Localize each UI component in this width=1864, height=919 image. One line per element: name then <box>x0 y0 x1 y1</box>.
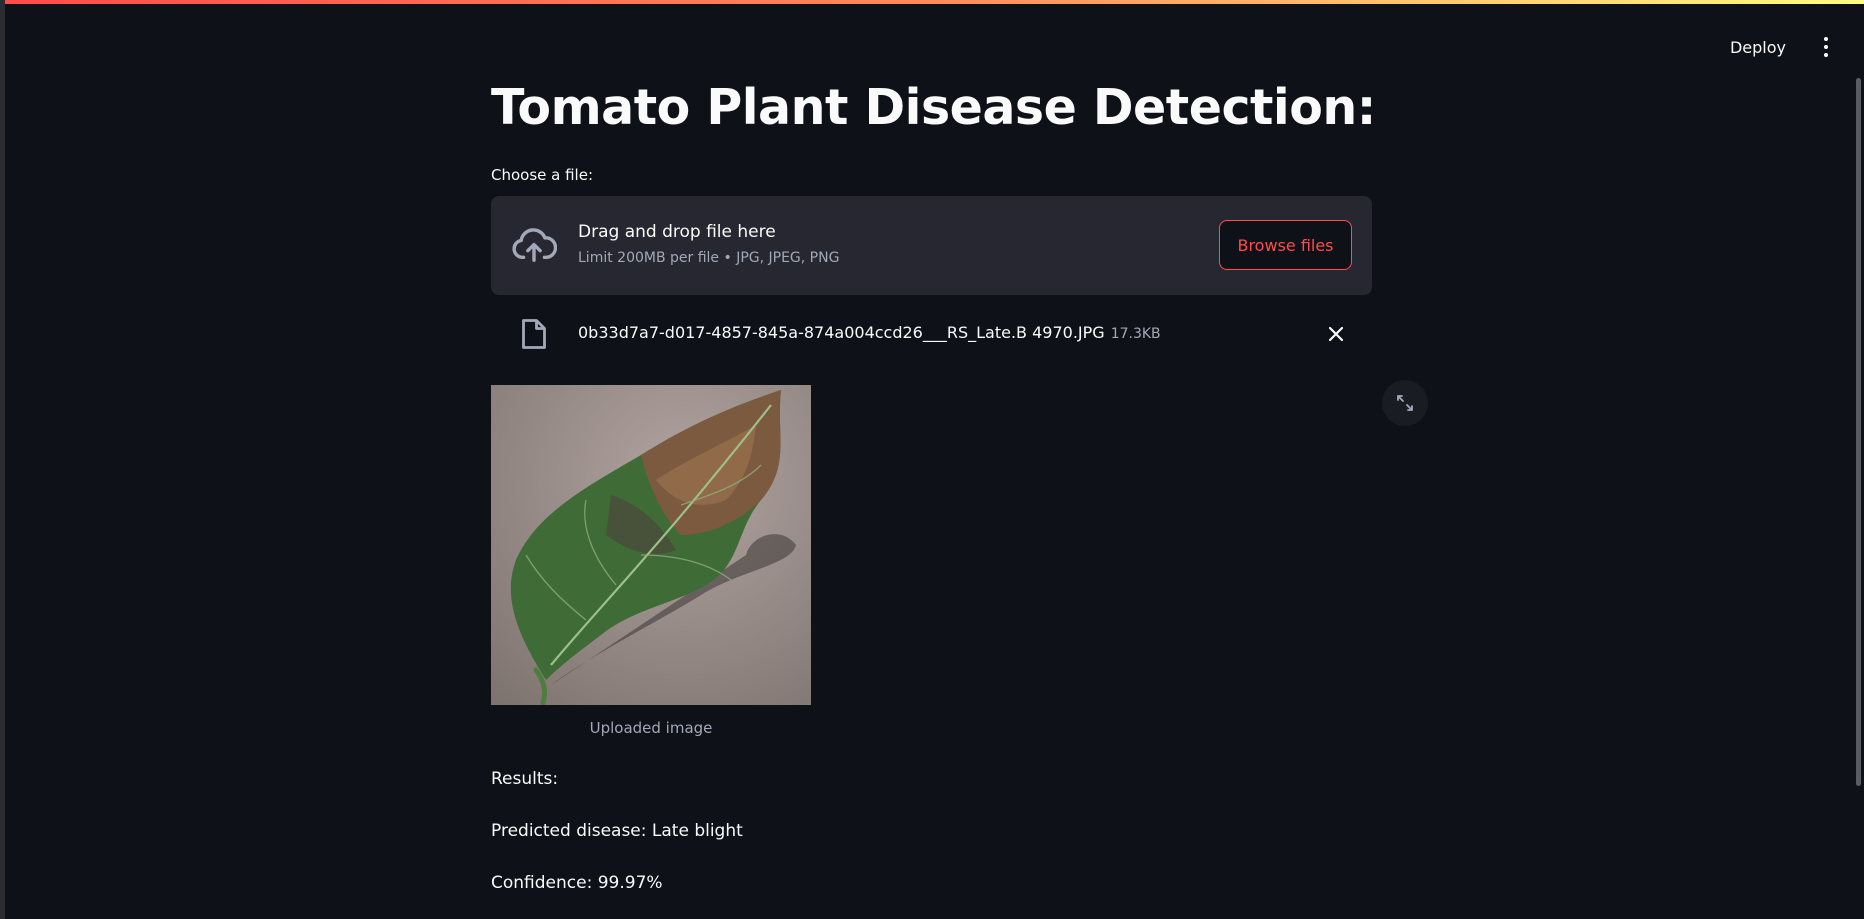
uploader-label: Choose a file: <box>491 166 594 184</box>
results-heading: Results: <box>491 769 559 789</box>
leaf-illustration <box>491 385 811 705</box>
file-size: 17.3KB <box>1110 326 1161 342</box>
file-dropzone[interactable]: Drag and drop file here Limit 200MB per … <box>491 196 1372 295</box>
dropzone-limit: Limit 200MB per file • JPG, JPEG, PNG <box>578 250 840 266</box>
predicted-disease-text: Predicted disease: Late blight <box>491 821 743 841</box>
scrollbar[interactable] <box>1856 78 1861 786</box>
uploaded-file-row: 0b33d7a7-d017-4857-845a-874a004ccd26___R… <box>491 312 1372 356</box>
fullscreen-expand-button[interactable] <box>1382 380 1428 426</box>
top-decoration-bar <box>0 0 1864 4</box>
page-title: Tomato Plant Disease Detection: <box>491 79 1376 136</box>
dropzone-text: Drag and drop file here Limit 200MB per … <box>578 220 839 266</box>
dropzone-title: Drag and drop file here <box>578 222 776 242</box>
cloud-upload-icon <box>512 228 557 262</box>
close-icon[interactable] <box>1324 322 1348 346</box>
header-toolbar: Deploy <box>1716 26 1844 68</box>
browse-files-button[interactable]: Browse files <box>1219 220 1352 270</box>
confidence-text: Confidence: 99.97% <box>491 873 663 893</box>
uploaded-leaf-image <box>491 385 811 705</box>
expand-icon <box>1397 395 1413 411</box>
deploy-button[interactable]: Deploy <box>1716 30 1800 65</box>
file-name: 0b33d7a7-d017-4857-845a-874a004ccd26___R… <box>578 323 1105 342</box>
window-left-edge <box>0 0 5 919</box>
vertical-dots-icon[interactable] <box>1808 29 1844 65</box>
file-icon <box>522 319 546 349</box>
file-name-line: 0b33d7a7-d017-4857-845a-874a004ccd26___R… <box>578 323 1161 342</box>
app-root: Deploy Tomato Plant Disease Detection: C… <box>0 0 1864 919</box>
image-caption: Uploaded image <box>589 719 713 737</box>
